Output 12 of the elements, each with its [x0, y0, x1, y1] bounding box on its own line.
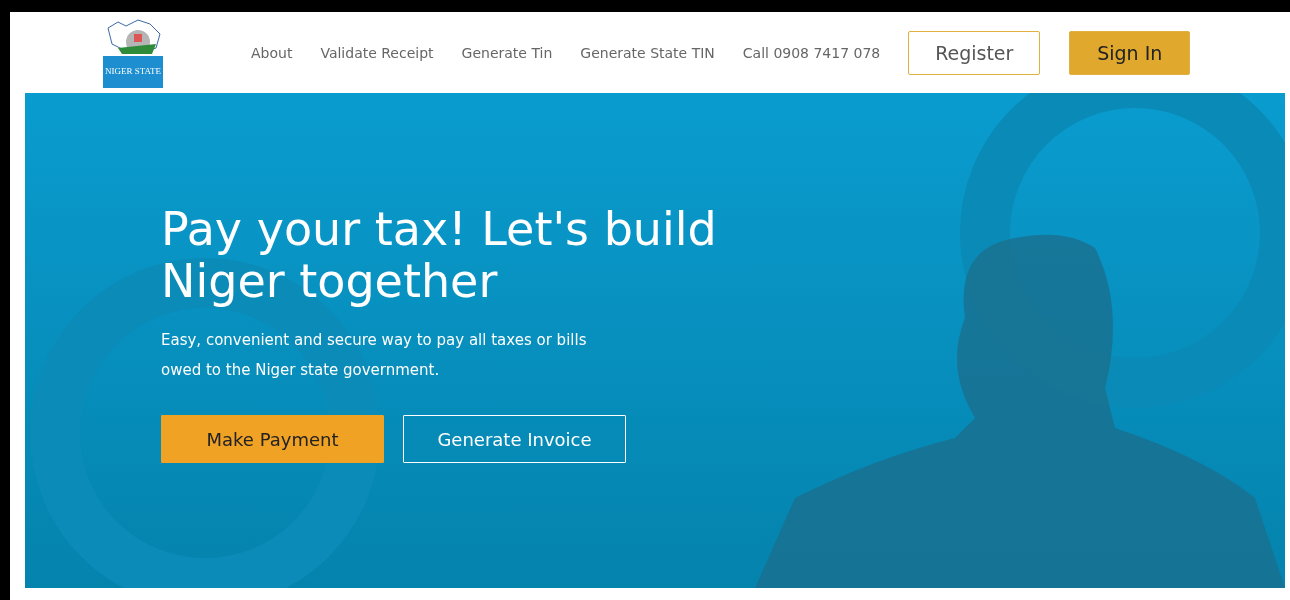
nav-link[interactable]: About: [251, 44, 293, 61]
make-payment-button[interactable]: Make Payment: [161, 415, 384, 463]
nav-link[interactable]: Validate Receipt: [320, 44, 434, 61]
hero-subtitle: Easy, convenient and secure way to pay all taxes or bills owed to the Niger state government.: [161, 330, 588, 381]
logo-text[interactable]: NIGER STATE: [103, 55, 163, 88]
nav-link[interactable]: Generate Tin: [461, 44, 553, 61]
generate-invoice-button[interactable]: Generate Invoice: [403, 415, 626, 463]
nav-link[interactable]: Call 0908 7417 078: [742, 44, 881, 61]
register-button[interactable]: Register: [908, 30, 1041, 75]
sign-in-button[interactable]: Sign In: [1069, 30, 1191, 75]
hero-title: Pay your tax! Let's build Niger together: [161, 203, 718, 307]
nav-link[interactable]: Generate State TIN: [580, 44, 715, 61]
